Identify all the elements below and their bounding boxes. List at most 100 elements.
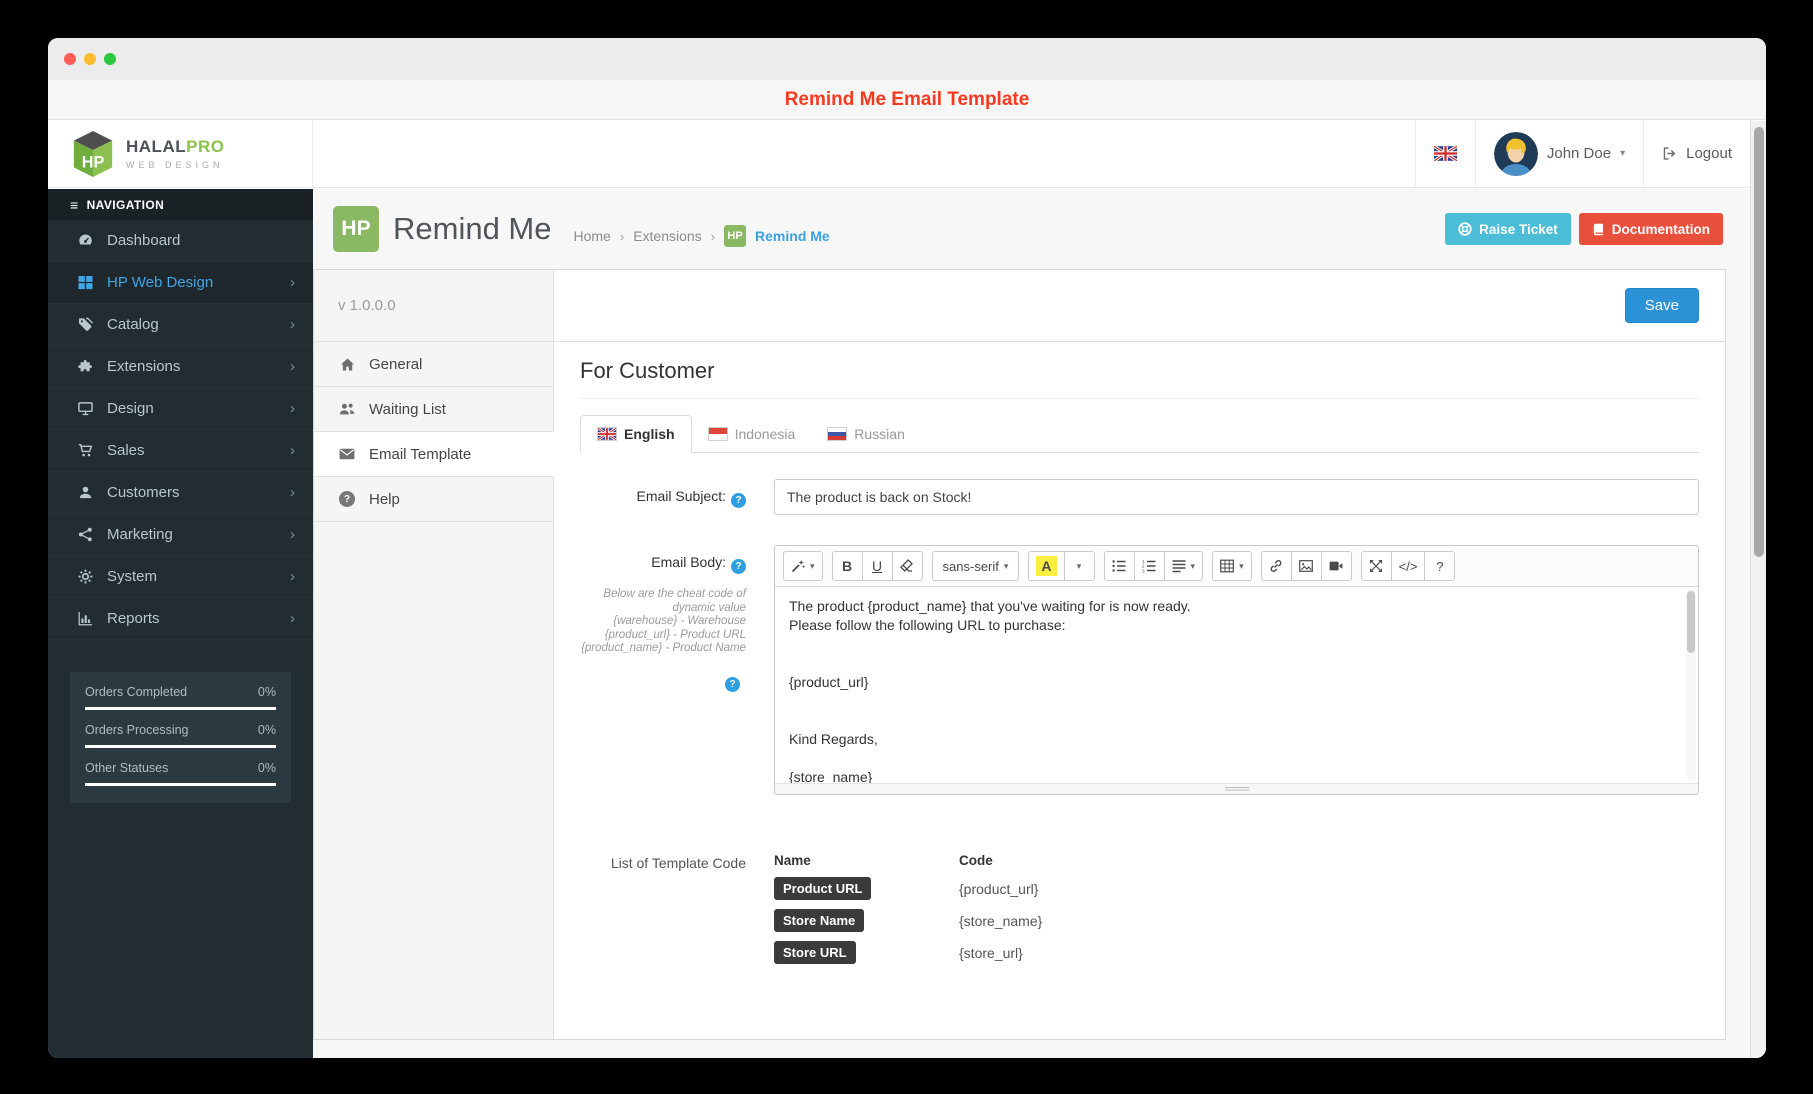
user-icon xyxy=(74,485,96,500)
chevron-right-icon: › xyxy=(290,442,295,459)
underline-button[interactable]: U xyxy=(861,551,893,581)
editor-help-button[interactable]: ? xyxy=(1424,551,1456,581)
home-icon xyxy=(338,357,356,372)
sidebar-section-header: ≡ NAVIGATION xyxy=(48,189,313,220)
font-color-caret-button[interactable]: ▾ xyxy=(1063,551,1095,581)
page-header: HP Remind Me Home › Extensions › HP Remi… xyxy=(313,189,1766,269)
ordered-list-button[interactable]: 123 xyxy=(1133,551,1165,581)
unordered-list-button[interactable] xyxy=(1103,551,1135,581)
zoom-window-button[interactable] xyxy=(104,53,116,65)
sidebar-item-reports[interactable]: Reports › xyxy=(48,598,313,640)
avatar xyxy=(1493,131,1538,176)
sidebar-item-dashboard[interactable]: Dashboard xyxy=(48,220,313,262)
link-button[interactable] xyxy=(1260,551,1292,581)
page-title: Remind Me Email Template xyxy=(784,88,1030,110)
email-body-row: Email Body:? Below are the cheat code of… xyxy=(580,545,1699,795)
code-name-badge: Product URL xyxy=(774,877,872,900)
email-body-editable[interactable]: The product {product_name} that you've w… xyxy=(775,587,1698,783)
breadcrumb-separator: › xyxy=(619,228,625,244)
hp-mini-badge: HP xyxy=(724,225,747,247)
code-view-button[interactable]: </> xyxy=(1390,551,1426,581)
help-tooltip-icon[interactable]: ? xyxy=(731,559,746,574)
font-color-button[interactable]: A xyxy=(1028,551,1065,581)
minimize-window-button[interactable] xyxy=(84,53,96,65)
indonesia-flag-icon xyxy=(707,427,728,441)
monitor-icon xyxy=(74,401,96,416)
email-body-label: Email Body:? Below are the cheat code of… xyxy=(581,554,746,692)
sidebar-item-marketing[interactable]: Marketing › xyxy=(48,514,313,556)
table-dropdown-button[interactable]: ▾ xyxy=(1212,551,1252,581)
editor-scrollbar-thumb[interactable] xyxy=(1687,591,1695,653)
page-scrollbar[interactable] xyxy=(1750,121,1766,1058)
logout-button[interactable]: Logout xyxy=(1643,120,1750,187)
template-codes-label: List of Template Code xyxy=(610,855,746,871)
menu-item-waiting-list[interactable]: Waiting List xyxy=(314,387,553,432)
video-button[interactable] xyxy=(1320,551,1352,581)
editor-resize-bar[interactable] xyxy=(775,783,1698,794)
email-subject-input[interactable] xyxy=(774,479,1699,515)
user-menu[interactable]: John Doe ▾ xyxy=(1474,120,1643,187)
sidebar-item-catalog[interactable]: Catalog › xyxy=(48,304,313,346)
save-button[interactable]: Save xyxy=(1624,288,1699,323)
cart-icon xyxy=(74,443,96,458)
sidebar-item-system[interactable]: System › xyxy=(48,556,313,598)
breadcrumb-home-link[interactable]: Home xyxy=(574,228,611,244)
brand-tagline: WEB DESIGN xyxy=(126,160,224,170)
template-codes-header: Name Code xyxy=(774,853,993,868)
language-tabs: English Indonesia Russian xyxy=(580,415,1699,453)
menu-item-email-template[interactable]: Email Template xyxy=(314,432,554,477)
chevron-down-icon: ▾ xyxy=(1620,148,1626,159)
sidebar-item-design[interactable]: Design › xyxy=(48,388,313,430)
bullet-list-icon xyxy=(1112,559,1126,573)
logout-icon xyxy=(1662,146,1677,161)
tab-english[interactable]: English xyxy=(580,415,692,453)
breadcrumb-extensions-link[interactable]: Extensions xyxy=(633,228,701,244)
style-wand-dropdown-button[interactable]: ▾ xyxy=(783,551,823,581)
tab-indonesia[interactable]: Indonesia xyxy=(692,415,812,453)
paragraph-align-dropdown-button[interactable]: ▾ xyxy=(1163,551,1204,581)
fullscreen-button[interactable] xyxy=(1360,551,1392,581)
help-tooltip-icon[interactable]: ? xyxy=(725,676,740,692)
menu-item-help[interactable]: ? Help xyxy=(314,477,553,522)
language-flag-button[interactable] xyxy=(1414,120,1475,187)
progress-bar xyxy=(85,707,276,710)
menu-bars-icon: ≡ xyxy=(70,196,79,213)
settings-card: v 1.0.0.0 General Waiting List Email Tem… xyxy=(313,269,1726,1040)
align-lines-icon xyxy=(1172,559,1186,573)
close-window-button[interactable] xyxy=(64,53,76,65)
top-header: HP HALALPRO WEB DESIGN John Doe ▾ Logout xyxy=(48,120,1766,188)
tab-russian[interactable]: Russian xyxy=(811,415,921,453)
grid-icon xyxy=(74,275,96,290)
bold-button[interactable]: B xyxy=(831,551,863,581)
template-codes-row: List of Template Code Name Code Product … xyxy=(580,853,1699,964)
page-scrollbar-thumb[interactable] xyxy=(1754,127,1764,557)
editor-scrollbar[interactable] xyxy=(1686,589,1696,781)
sidebar-item-extensions[interactable]: Extensions › xyxy=(48,346,313,388)
stat-value: 0% xyxy=(257,761,276,775)
sidebar-item-customers[interactable]: Customers › xyxy=(48,472,313,514)
link-icon xyxy=(1269,559,1283,573)
help-tooltip-icon[interactable]: ? xyxy=(731,493,746,508)
font-family-dropdown[interactable]: sans-serif ▾ xyxy=(931,551,1020,581)
stat-value: 0% xyxy=(257,723,276,737)
clear-format-button[interactable] xyxy=(891,551,923,581)
menu-item-general[interactable]: General xyxy=(314,342,553,387)
hp-badge: HP xyxy=(333,206,379,252)
breadcrumb: Home › Extensions › HP Remind Me xyxy=(574,225,830,247)
brand-logo[interactable]: HP HALALPRO WEB DESIGN xyxy=(48,120,313,187)
editor-toolbar: ▾ B U sans-serif ▾ A ▾ 1 2 3 ▾ ▾ </> ? xyxy=(775,546,1698,587)
code-name-badge: Store URL xyxy=(774,941,856,964)
logo-cube-icon: HP xyxy=(70,129,116,179)
documentation-button[interactable]: Documentation xyxy=(1578,213,1723,245)
sidebar-item-sales[interactable]: Sales › xyxy=(48,430,313,472)
progress-bar xyxy=(85,745,276,748)
page-heading: Remind Me xyxy=(393,211,552,246)
raise-ticket-button[interactable]: Raise Ticket xyxy=(1445,213,1571,245)
fullscreen-arrows-icon xyxy=(1369,559,1383,573)
stat-orders-completed: Orders Completed 0% xyxy=(85,685,276,710)
brand-name: HALALPRO xyxy=(126,137,225,156)
sidebar-item-hp-web-design[interactable]: HP Web Design › xyxy=(48,262,313,304)
video-icon xyxy=(1329,559,1343,573)
version-label: v 1.0.0.0 xyxy=(314,270,553,342)
image-button[interactable] xyxy=(1290,551,1322,581)
